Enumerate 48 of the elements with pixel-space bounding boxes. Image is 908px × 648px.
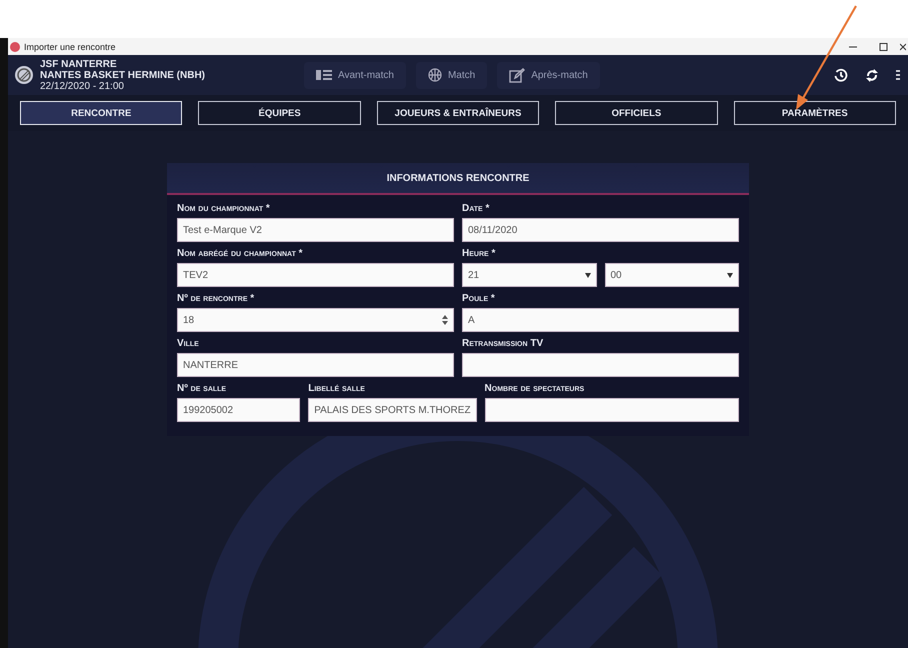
list-icon (316, 69, 332, 81)
history-icon[interactable] (834, 68, 848, 82)
field-label: Ville (177, 338, 200, 349)
field-label: Nombre de spectateurs (484, 383, 586, 394)
tab[interactable]: PARAMÈTRES (734, 101, 896, 125)
tab[interactable]: ÉQUIPES (198, 101, 361, 125)
menu-icon[interactable] (896, 69, 900, 81)
field-label: Poule * (462, 293, 496, 304)
text-field[interactable] (484, 398, 739, 422)
phase-button[interactable]: Avant-match (304, 62, 406, 88)
text-field[interactable]: PALAIS DES SPORTS M.THOREZ (308, 398, 477, 422)
phase-button[interactable]: Match (416, 62, 488, 88)
club-logo-icon (14, 65, 34, 85)
match-datetime: 22/12/2020 - 21:00 (40, 80, 125, 92)
text-field[interactable]: 08/11/2020 (462, 218, 739, 242)
field-label: Nº de salle (177, 383, 228, 394)
sync-icon[interactable] (866, 68, 878, 82)
field-label: Heure * (462, 248, 496, 259)
field-label: Libellé salle (308, 383, 366, 394)
text-field[interactable]: TEV2 (177, 263, 454, 287)
number-field[interactable]: 18 (177, 308, 454, 332)
text-field[interactable]: NANTERRE (177, 353, 454, 377)
text-field[interactable]: Test e-Marque V2 (177, 218, 454, 242)
window-title: Importer une rencontre (24, 42, 116, 52)
text-field[interactable]: 199205002 (177, 398, 300, 422)
tab[interactable]: OFFICIELS (555, 101, 718, 125)
caret-icon (584, 272, 590, 278)
home-team: JSF NANTERRE (40, 58, 118, 70)
field-label: Nom du championnat * (177, 203, 271, 214)
away-team: NANTES BASKET HERMINE (NBH) (40, 70, 205, 80)
field-label: Nº de rencontre * (177, 293, 256, 304)
field-label: Retransmission TV (462, 338, 544, 349)
basketball-icon (428, 68, 442, 82)
card-title: INFORMATIONS RENCONTRE (167, 163, 749, 195)
close-icon[interactable] (900, 40, 908, 52)
text-field[interactable] (462, 353, 739, 377)
text-field[interactable]: A (462, 308, 739, 332)
spinner-icon[interactable] (442, 315, 448, 325)
caret-icon (727, 272, 733, 278)
dropdown[interactable]: 00 (604, 263, 739, 287)
tab[interactable]: JOUEURS & ENTRAÎNEURS (376, 101, 540, 125)
edit-icon (509, 68, 526, 82)
tab[interactable]: RENCONTRE (20, 101, 182, 125)
app-icon (10, 42, 20, 52)
phase-button[interactable]: Après-match (497, 62, 600, 88)
dropdown[interactable]: 21 (462, 263, 596, 287)
field-label: Nom abrégé du championnat * (177, 248, 304, 259)
field-label: Date * (462, 203, 490, 214)
